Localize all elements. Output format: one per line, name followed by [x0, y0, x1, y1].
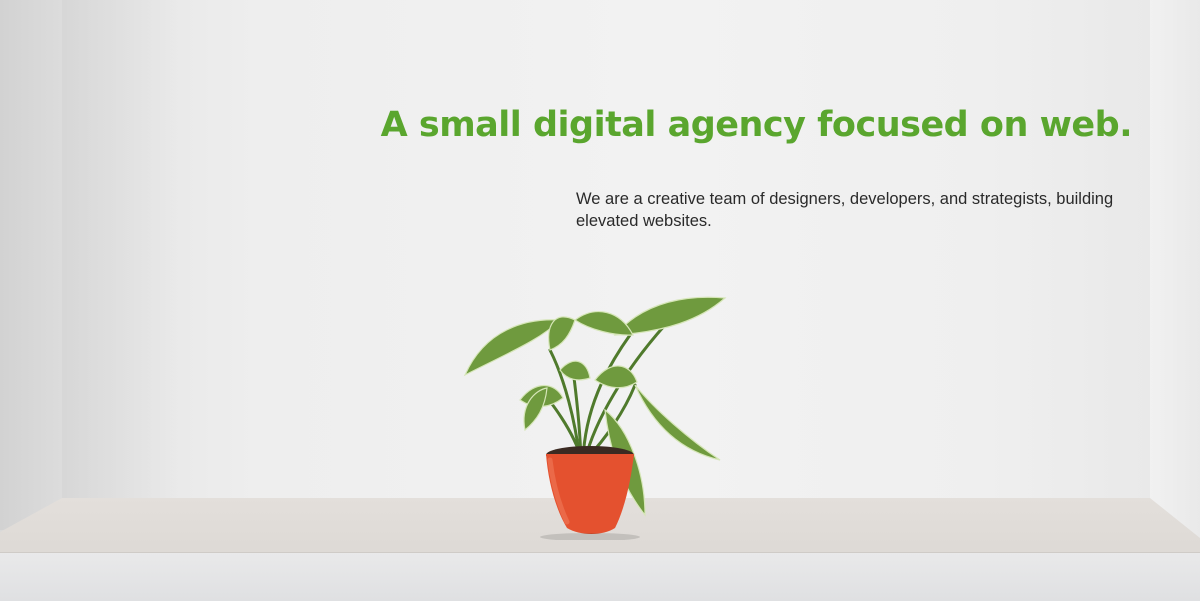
wall-left [0, 0, 62, 530]
hero-subtext: We are a creative team of designers, dev… [576, 190, 1114, 230]
potted-plant-image [463, 296, 727, 540]
hero-section: A small digital agency focused on web. W… [0, 0, 1200, 601]
wall-right [1150, 0, 1200, 540]
hero-headline: A small digital agency focused on web. [380, 105, 1133, 145]
ledge-front [0, 552, 1200, 601]
niche-shadow [62, 0, 182, 500]
